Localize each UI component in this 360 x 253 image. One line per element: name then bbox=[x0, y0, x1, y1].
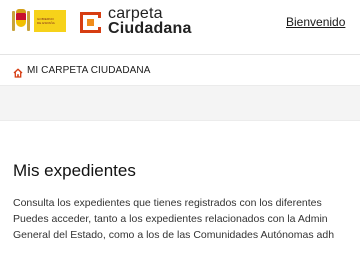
intro-line-1: Consulta los expedientes que tienes regi… bbox=[13, 197, 322, 209]
breadcrumb-home-link[interactable]: MI CARPETA CIUDADANA bbox=[27, 65, 151, 76]
carpeta-ciudadana-logo[interactable]: carpeta Ciudadana bbox=[80, 5, 192, 37]
carpeta-logo-icon bbox=[80, 11, 102, 33]
brand-line-1: carpeta bbox=[108, 5, 163, 22]
brand-line-2: Ciudadana bbox=[108, 20, 192, 37]
brand-name: carpeta Ciudadana bbox=[108, 5, 192, 37]
gov-logo-text-box: GOBIERNO DE ESPAÑA bbox=[34, 10, 66, 32]
site-header: GOBIERNO DE ESPAÑA carpeta Ciudadana Bie… bbox=[0, 0, 360, 55]
intro-line-3: General del Estado, como a los de las Co… bbox=[13, 229, 335, 241]
page-title: Mis expedientes bbox=[13, 161, 136, 180]
intro-line-2: Puedes acceder, tanto a los expedientes … bbox=[13, 213, 328, 225]
breadcrumb: MI CARPETA CIUDADANA bbox=[0, 55, 360, 86]
gobierno-de-espana-logo[interactable]: GOBIERNO DE ESPAÑA bbox=[11, 8, 67, 34]
welcome-link[interactable]: Bienvenido bbox=[286, 15, 345, 29]
gov-logo-line-2: DE ESPAÑA bbox=[37, 21, 55, 25]
breadcrumb-band bbox=[0, 86, 360, 121]
coat-of-arms-icon bbox=[11, 9, 31, 33]
intro-text: Consulta los expedientes que tienes regi… bbox=[13, 195, 360, 243]
home-icon[interactable] bbox=[13, 65, 23, 78]
